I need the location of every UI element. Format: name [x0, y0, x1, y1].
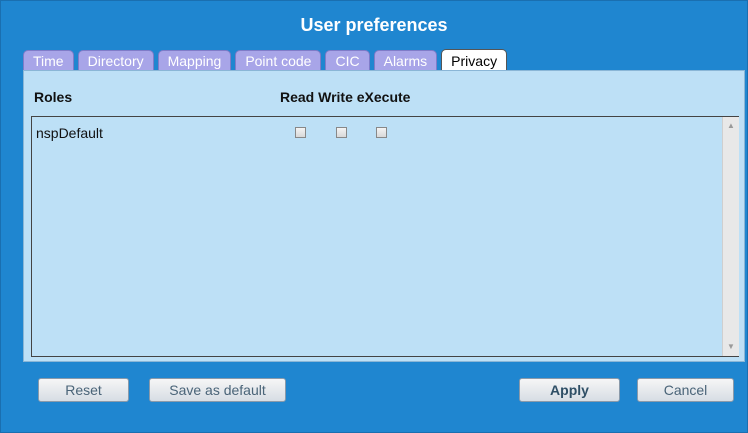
- roles-list: nspDefault ▲ ▼: [31, 116, 739, 357]
- tab-alarms[interactable]: Alarms: [373, 50, 438, 70]
- apply-button[interactable]: Apply: [519, 378, 620, 402]
- write-checkbox[interactable]: [336, 127, 347, 138]
- roles-header: Roles: [34, 89, 73, 105]
- cancel-button[interactable]: Cancel: [637, 378, 734, 402]
- tab-directory[interactable]: Directory: [77, 50, 154, 70]
- tab-point-code[interactable]: Point code: [235, 50, 322, 70]
- read-checkbox[interactable]: [295, 127, 306, 138]
- dialog-title: User preferences: [300, 15, 448, 35]
- tab-mapping[interactable]: Mapping: [157, 50, 232, 70]
- tab-privacy[interactable]: Privacy: [441, 49, 508, 71]
- arrow-up-icon[interactable]: ▲: [723, 119, 739, 133]
- tab-bar: Time Directory Mapping Point code CIC Al…: [23, 48, 511, 71]
- privacy-panel: Roles Read Write eXecute nspDefault ▲ ▼: [23, 70, 745, 362]
- save-as-default-button[interactable]: Save as default: [149, 378, 286, 402]
- tab-time[interactable]: Time: [23, 50, 74, 70]
- permissions-header: Read Write eXecute: [280, 89, 411, 105]
- preferences-dialog: User preferences Time Directory Mapping …: [0, 0, 748, 433]
- tab-cic[interactable]: CIC: [325, 50, 370, 70]
- reset-button[interactable]: Reset: [38, 378, 129, 402]
- vertical-scrollbar[interactable]: ▲ ▼: [722, 117, 739, 356]
- arrow-down-icon[interactable]: ▼: [723, 340, 739, 354]
- execute-checkbox[interactable]: [376, 127, 387, 138]
- role-name: nspDefault: [36, 125, 103, 141]
